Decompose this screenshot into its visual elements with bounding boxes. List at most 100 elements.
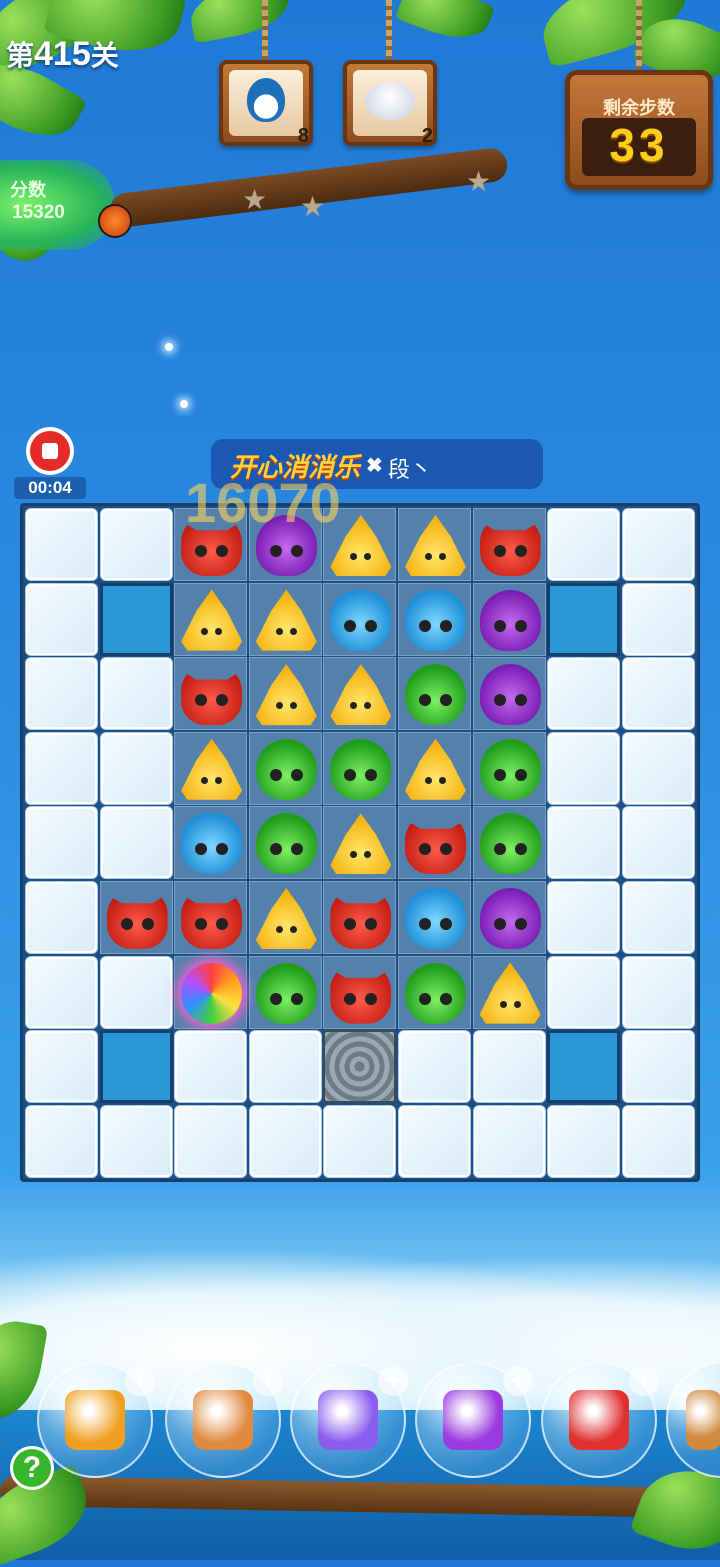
ice-block-cell[interactable]: [25, 806, 98, 880]
ice-block-cell[interactable]: [248, 1030, 322, 1104]
green-frog-icon[interactable]: [330, 738, 392, 800]
board-cell[interactable]: [248, 955, 322, 1029]
board-cell[interactable]: [472, 881, 546, 954]
yellow-chick-icon[interactable]: [405, 515, 466, 576]
board-cell[interactable]: [248, 881, 322, 954]
board-cell[interactable]: [472, 806, 546, 880]
board-cell[interactable]: [174, 657, 248, 731]
ice-block-cell[interactable]: [25, 582, 98, 656]
green-frog-icon[interactable]: [479, 813, 541, 875]
board-cell[interactable]: [398, 582, 471, 656]
ice-block-cell[interactable]: [547, 1104, 621, 1178]
yellow-chick-icon[interactable]: [330, 813, 392, 875]
yellow-chick-icon[interactable]: [255, 888, 317, 949]
red-fox-icon[interactable]: [181, 894, 243, 949]
blue-hippo-icon[interactable]: [330, 589, 392, 651]
ice-block-cell[interactable]: [547, 955, 621, 1029]
yellow-chick-icon[interactable]: [255, 589, 317, 651]
add-booster-icon[interactable]: +: [503, 1366, 533, 1396]
board-cell[interactable]: [248, 806, 322, 880]
yellow-chick-icon[interactable]: [255, 664, 317, 726]
row-rocket-booster[interactable]: +: [415, 1362, 533, 1478]
ice-block-cell[interactable]: [398, 1104, 471, 1178]
red-fox-icon[interactable]: [479, 521, 541, 576]
ice-block-cell[interactable]: [472, 1030, 546, 1104]
red-fox-icon[interactable]: [405, 819, 466, 875]
green-frog-icon[interactable]: [255, 813, 317, 875]
board-cell[interactable]: [472, 657, 546, 731]
ice-block-cell[interactable]: [174, 1030, 248, 1104]
yellow-chick-icon[interactable]: [330, 664, 392, 726]
board-cell[interactable]: [323, 881, 397, 954]
blue-hippo-icon[interactable]: [181, 813, 243, 875]
close-icon[interactable]: ✖: [366, 453, 383, 478]
blue-hippo-icon[interactable]: [405, 888, 466, 949]
board-cell[interactable]: [472, 582, 546, 656]
purple-owl-icon[interactable]: [479, 888, 541, 949]
ice-block-cell[interactable]: [621, 657, 695, 731]
ice-block-cell[interactable]: [99, 955, 173, 1029]
ice-block-cell[interactable]: [248, 1104, 322, 1178]
red-fox-icon[interactable]: [330, 968, 392, 1024]
board-cell[interactable]: [99, 881, 173, 954]
purple-owl-icon[interactable]: [479, 664, 541, 726]
ice-block-cell[interactable]: [25, 881, 98, 954]
swap-booster[interactable]: +: [290, 1362, 408, 1478]
ice-block-cell[interactable]: [621, 881, 695, 954]
red-fox-icon[interactable]: [106, 894, 168, 949]
ice-block-cell[interactable]: [323, 1104, 397, 1178]
board-cell[interactable]: [174, 881, 248, 954]
ice-block-cell[interactable]: [621, 508, 695, 581]
yellow-chick-icon[interactable]: [181, 589, 243, 651]
board-cell[interactable]: [398, 657, 471, 731]
board-cell[interactable]: [398, 881, 471, 954]
ice-block-cell[interactable]: [25, 657, 98, 731]
ice-block-cell[interactable]: [25, 508, 98, 581]
board-cell[interactable]: [323, 806, 397, 880]
red-fox-icon[interactable]: [330, 894, 392, 949]
blue-hippo-icon[interactable]: [405, 589, 466, 651]
board-cell[interactable]: [174, 806, 248, 880]
green-frog-icon[interactable]: [479, 738, 541, 800]
green-frog-icon[interactable]: [405, 962, 466, 1024]
purple-owl-icon[interactable]: [479, 589, 541, 651]
stop-recording-button[interactable]: [26, 427, 74, 475]
board-cell[interactable]: [398, 508, 471, 581]
ice-block-cell[interactable]: [621, 1104, 695, 1178]
board-cell[interactable]: [174, 955, 248, 1029]
board-cell[interactable]: [472, 955, 546, 1029]
board-cell[interactable]: [398, 955, 471, 1029]
board-cell[interactable]: [323, 731, 397, 805]
board-cell[interactable]: [174, 582, 248, 656]
column-rocket-booster[interactable]: +: [541, 1362, 659, 1478]
undo-booster[interactable]: +: [165, 1362, 283, 1478]
ice-block-cell[interactable]: [398, 1030, 471, 1104]
add-booster-icon[interactable]: +: [253, 1366, 283, 1396]
help-button[interactable]: ?: [10, 1446, 54, 1490]
add-booster-icon[interactable]: +: [378, 1366, 408, 1396]
yellow-chick-icon[interactable]: [405, 738, 466, 800]
board-cell[interactable]: [398, 806, 471, 880]
green-frog-icon[interactable]: [255, 962, 317, 1024]
ice-block-cell[interactable]: [472, 1104, 546, 1178]
ice-block-cell[interactable]: [621, 806, 695, 880]
ice-block-cell[interactable]: [25, 1030, 98, 1104]
yellow-chick-icon[interactable]: [479, 962, 541, 1024]
board-cell[interactable]: [248, 582, 322, 656]
ice-block-cell[interactable]: [174, 1104, 248, 1178]
ice-block-cell[interactable]: [99, 657, 173, 731]
ice-block-cell[interactable]: [25, 1104, 98, 1178]
board-cell[interactable]: [472, 508, 546, 581]
board-cell[interactable]: [323, 582, 397, 656]
board-cell[interactable]: [398, 731, 471, 805]
ice-block-cell[interactable]: [25, 731, 98, 805]
ice-block-cell[interactable]: [547, 731, 621, 805]
board-cell[interactable]: [248, 731, 322, 805]
rainbow-bird-icon[interactable]: [181, 962, 243, 1024]
shuffle-booster[interactable]: +: [37, 1362, 155, 1478]
ice-block-cell[interactable]: [99, 1104, 173, 1178]
board-cell[interactable]: [248, 657, 322, 731]
ice-block-cell[interactable]: [547, 806, 621, 880]
board-cell[interactable]: [323, 657, 397, 731]
yellow-chick-icon[interactable]: [181, 738, 243, 800]
